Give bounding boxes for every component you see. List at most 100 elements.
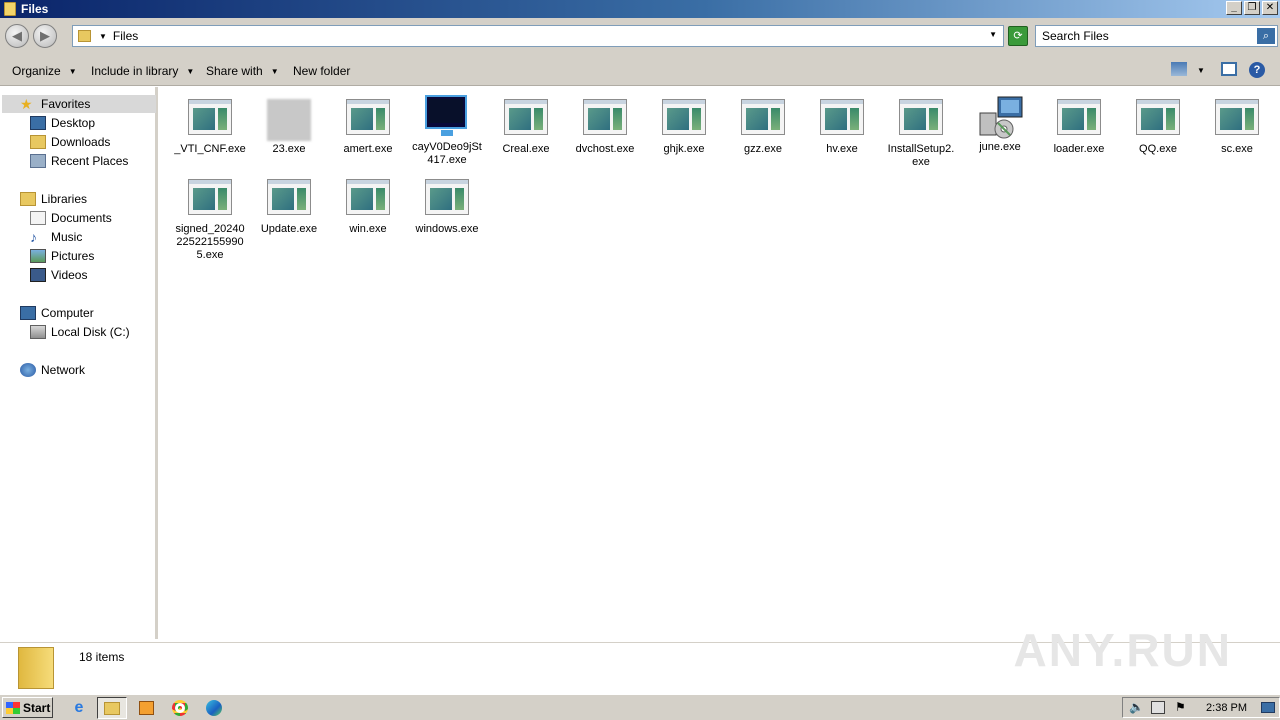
internet-explorer-icon: e <box>74 699 84 716</box>
file-item[interactable]: cayV0Deo9jSt417.exe <box>411 95 483 167</box>
navigation-pane: ★ Favorites Desktop Downloads Recent Pla… <box>0 87 158 639</box>
show-desktop-icon[interactable] <box>1261 702 1275 713</box>
new-folder-button[interactable]: New folder <box>293 64 350 78</box>
file-name: QQ.exe <box>1139 143 1177 155</box>
file-item[interactable]: QQ.exe <box>1122 97 1194 156</box>
nav-videos[interactable]: Videos <box>30 266 87 284</box>
share-with-button[interactable]: Share with ▼ <box>206 64 279 78</box>
file-item[interactable]: InstallSetup2.exe <box>885 97 957 169</box>
pictures-icon <box>30 249 46 263</box>
watermark: ANY.RUN <box>1013 624 1232 676</box>
details-pane: 18 items ANY.RUN <box>0 624 1280 694</box>
exe-icon <box>425 177 469 217</box>
nav-documents[interactable]: Documents <box>30 209 112 227</box>
close-button[interactable]: ✕ <box>1262 1 1278 15</box>
nav-network[interactable]: Network <box>20 361 85 379</box>
volume-icon[interactable]: 🔈 <box>1129 700 1144 714</box>
file-item[interactable]: 23.exe <box>253 97 325 156</box>
minimize-button[interactable]: _ <box>1226 1 1242 15</box>
chevron-down-icon[interactable]: ▼ <box>99 32 107 41</box>
nav-computer[interactable]: Computer <box>20 304 94 322</box>
file-item[interactable]: Update.exe <box>253 177 325 236</box>
flag-icon[interactable]: ⚑ <box>1175 700 1186 714</box>
nav-downloads[interactable]: Downloads <box>30 133 110 151</box>
file-item[interactable]: june.exe <box>964 95 1036 154</box>
nav-recent-places[interactable]: Recent Places <box>30 152 128 170</box>
system-tray: 🔈 ⚑ 2:38 PM <box>1122 697 1280 718</box>
nav-libraries[interactable]: Libraries <box>20 190 87 208</box>
organize-button[interactable]: Organize ▼ <box>12 64 77 78</box>
nav-local-disk[interactable]: Local Disk (C:) <box>30 323 130 341</box>
downloads-icon <box>30 135 46 149</box>
edge-icon <box>206 700 222 716</box>
forward-button[interactable]: ▶ <box>33 24 57 48</box>
file-item[interactable]: hv.exe <box>806 97 878 156</box>
media-player-button[interactable] <box>131 697 161 719</box>
file-name: _VTI_CNF.exe <box>174 143 246 155</box>
chrome-icon <box>172 700 188 716</box>
file-name: 23.exe <box>272 143 306 155</box>
nav-label: Favorites <box>41 97 91 111</box>
exe-icon <box>346 97 390 137</box>
file-item[interactable]: amert.exe <box>332 97 404 156</box>
view-options-icon[interactable] <box>1171 62 1187 76</box>
exe-icon <box>741 97 785 137</box>
refresh-button[interactable]: ⟳ <box>1008 26 1028 46</box>
file-item[interactable]: dvchost.exe <box>569 97 641 156</box>
address-bar[interactable]: ▼ Files ▼ <box>72 25 1004 47</box>
preview-pane-icon[interactable] <box>1221 62 1237 76</box>
internet-explorer-button[interactable]: e <box>64 697 94 719</box>
music-icon: ♪ <box>30 229 37 245</box>
file-name: cayV0Deo9jSt417.exe <box>412 141 482 166</box>
taskbar: Start e 🔈 ⚑ 2:38 PM <box>0 694 1280 720</box>
file-name: ghjk.exe <box>663 143 705 155</box>
chevron-down-icon: ▼ <box>270 66 279 76</box>
videos-icon <box>30 268 46 282</box>
start-button[interactable]: Start <box>2 697 53 718</box>
exe-icon <box>583 97 627 137</box>
file-item[interactable]: loader.exe <box>1043 97 1115 156</box>
network-tray-icon[interactable] <box>1151 701 1165 714</box>
nav-favorites[interactable]: ★ Favorites <box>2 95 156 113</box>
nav-label: Network <box>41 363 86 377</box>
folder-icon <box>104 701 120 715</box>
file-item[interactable]: gzz.exe <box>727 97 799 156</box>
media-player-icon <box>138 701 154 715</box>
file-item[interactable]: windows.exe <box>411 177 483 236</box>
start-label: Start <box>23 700 51 715</box>
file-name: sc.exe <box>1221 143 1253 155</box>
nav-label: Documents <box>51 211 112 225</box>
search-icon[interactable]: ⌕ <box>1257 28 1275 44</box>
exe-icon <box>1136 97 1180 137</box>
file-item[interactable]: sc.exe <box>1201 97 1273 156</box>
nav-label: Libraries <box>41 192 88 206</box>
search-placeholder: Search Files <box>1042 29 1109 43</box>
organize-label: Organize <box>12 64 61 78</box>
recent-places-icon <box>30 154 46 168</box>
help-icon[interactable]: ? <box>1249 62 1265 78</box>
include-in-library-button[interactable]: Include in library ▼ <box>91 64 194 78</box>
chrome-button[interactable] <box>165 697 195 719</box>
file-name: win.exe <box>349 223 387 235</box>
file-item[interactable]: signed_20240225221559905.exe <box>174 177 246 262</box>
command-bar: Organize ▼ Include in library ▼ Share wi… <box>0 54 1280 86</box>
file-item[interactable]: _VTI_CNF.exe <box>174 97 246 156</box>
file-name: Update.exe <box>260 223 318 235</box>
file-item[interactable]: ghjk.exe <box>648 97 720 156</box>
file-name: dvchost.exe <box>575 143 635 155</box>
search-input[interactable]: Search Files ⌕ <box>1035 25 1278 47</box>
nav-pictures[interactable]: Pictures <box>30 247 94 265</box>
exe-icon <box>662 97 706 137</box>
file-item[interactable]: Creal.exe <box>490 97 562 156</box>
restore-button[interactable]: ❐ <box>1244 1 1260 15</box>
file-item[interactable]: win.exe <box>332 177 404 236</box>
edge-button[interactable] <box>199 697 229 719</box>
nav-music[interactable]: ♪ Music <box>30 228 82 246</box>
nav-desktop[interactable]: Desktop <box>30 114 95 132</box>
chevron-down-icon[interactable]: ▼ <box>1197 66 1213 80</box>
back-button[interactable]: ◀ <box>5 24 29 48</box>
exe-icon <box>267 177 311 217</box>
explorer-button[interactable] <box>97 697 127 719</box>
blurred-icon <box>267 97 311 141</box>
address-dropdown-icon[interactable]: ▼ <box>989 30 997 39</box>
